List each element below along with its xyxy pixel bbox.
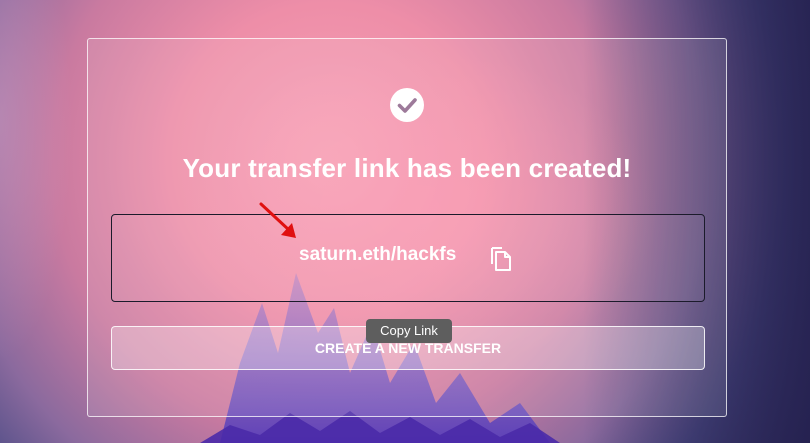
- transfer-created-card: Your transfer link has been created! sat…: [87, 38, 727, 417]
- copy-icon[interactable]: [488, 245, 514, 273]
- transfer-link[interactable]: saturn.eth/hackfs: [299, 244, 456, 266]
- success-title: Your transfer link has been created!: [182, 153, 632, 183]
- check-circle-icon: [390, 88, 424, 122]
- red-arrow-annotation: [259, 202, 296, 238]
- copy-link-tooltip: Copy Link: [366, 319, 452, 343]
- transfer-link-box: saturn.eth/hackfs: [111, 214, 705, 302]
